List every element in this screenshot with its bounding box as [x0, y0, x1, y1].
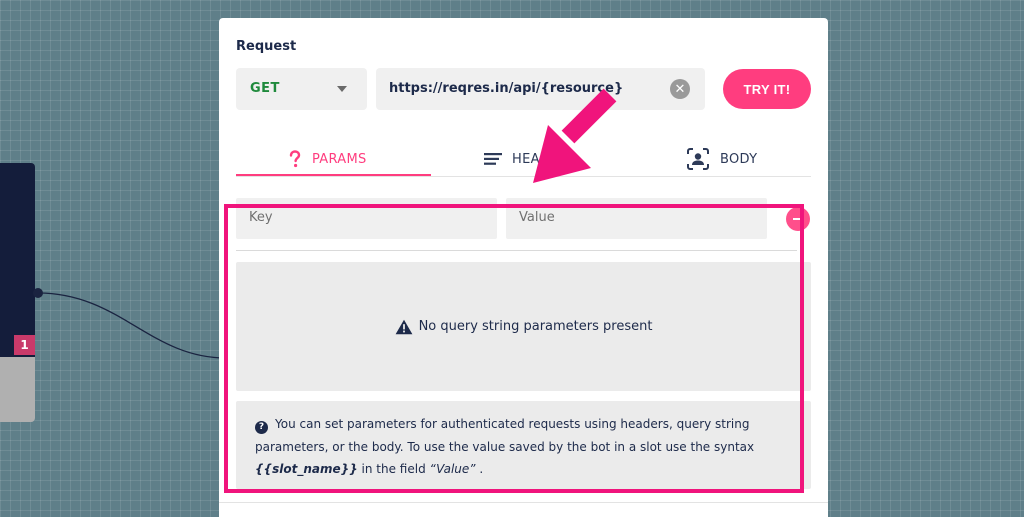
tab-body-label: BODY — [720, 151, 758, 167]
tab-body[interactable]: BODY — [686, 142, 757, 176]
question-icon — [288, 150, 302, 168]
tab-params-label: PARAMS — [312, 151, 367, 167]
annotation-highlight-box — [224, 204, 804, 493]
url-value: https://reqres.in/api/{resource} — [389, 81, 624, 96]
tab-headers-label: HEADERS — [512, 151, 577, 167]
chevron-down-icon — [337, 86, 347, 92]
panel-bottom-divider — [219, 502, 828, 503]
node-connector-line — [33, 288, 227, 359]
clear-icon[interactable]: ✕ — [670, 79, 690, 99]
user-scan-icon — [686, 147, 710, 171]
request-heading: Request — [236, 39, 297, 54]
try-it-button[interactable]: TRY IT! — [723, 69, 811, 109]
url-input[interactable]: https://reqres.in/api/{resource} ✕ — [376, 68, 705, 110]
lines-icon — [484, 153, 502, 165]
method-value: GET — [250, 81, 280, 96]
request-tabs: PARAMS HEADERS BODY — [236, 142, 811, 177]
tab-headers[interactable]: HEADERS — [484, 142, 577, 176]
active-tab-indicator — [236, 174, 431, 176]
method-select[interactable]: GET — [236, 68, 367, 110]
tab-params[interactable]: PARAMS — [288, 142, 367, 176]
